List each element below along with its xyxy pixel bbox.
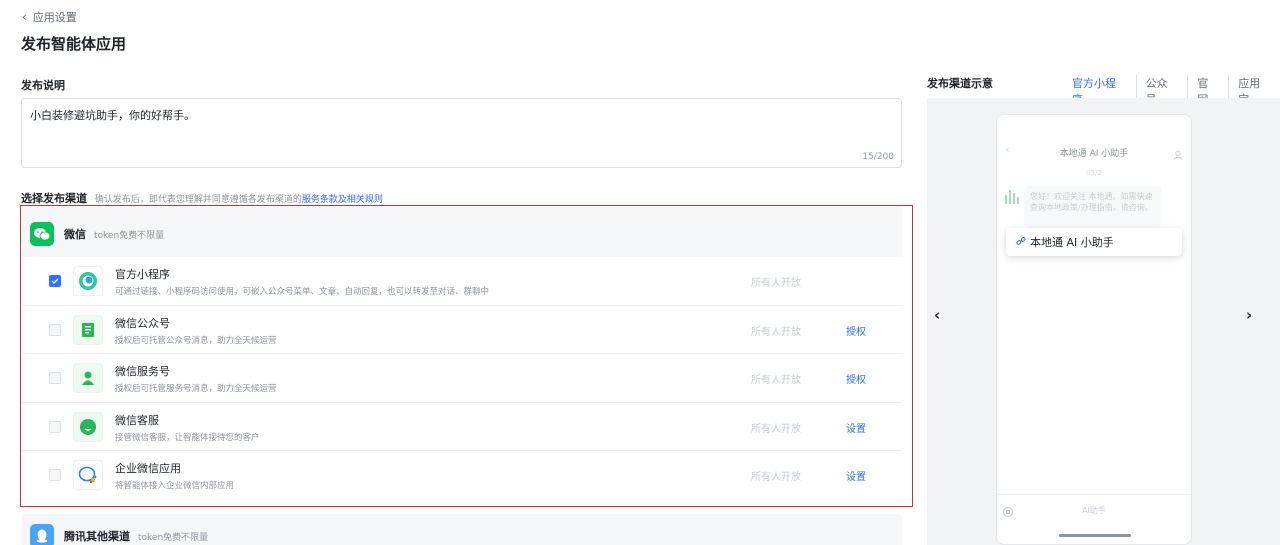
channel-row-mini-program: 官方小程序 可通过链接、小程序码访问使用，可嵌入公众号菜单、文章、自动回复，也可… (22, 257, 902, 306)
channel-row-wecom: 企业微信应用 将智能体接入企业微信内部应用 所有人开放 设置 (22, 451, 902, 500)
channel-name: 微信公众号 (115, 316, 170, 330)
settings-button[interactable]: 设置 (846, 420, 866, 435)
authorize-button[interactable]: 授权 (846, 323, 866, 338)
tencent-group-sub: token免费不限量 (138, 532, 209, 543)
channel-desc: 接管微信客服，让智能体接待您的客户 (115, 432, 260, 443)
qq-icon (30, 524, 54, 545)
description-char-count: 15/200 (862, 152, 894, 162)
description-label: 发布说明 (21, 79, 65, 92)
link-icon (1016, 236, 1026, 249)
user-icon (1173, 145, 1183, 164)
back-link[interactable]: ‹ 应用设置 (22, 9, 77, 25)
chat-bubble: 您好！欢迎关注 本地通。如需快速查询本地政策/办理指南，请咨询。 (1024, 186, 1161, 228)
description-value: 小白装修避坑助手，你的好帮手。 (30, 109, 195, 122)
channel-desc: 将智能体接入企业微信内部应用 (115, 481, 235, 491)
wechat-icon (30, 222, 54, 246)
wechat-group-sub: token免费不限量 (94, 230, 165, 241)
channel-name: 微信服务号 (115, 365, 170, 378)
channel-name: 官方小程序 (115, 268, 170, 281)
channel-desc: 可通过链接、小程序码访问使用，可嵌入公众号菜单、文章、自动回复，也可以转发至对话… (115, 287, 490, 297)
home-indicator (1059, 534, 1131, 537)
channel-desc: 授权后可托管公众号消息，助力全天候运营 (115, 335, 277, 346)
next-arrow-icon[interactable]: › (1246, 306, 1252, 324)
popup-text: 本地通 AI 小助手 (1030, 236, 1114, 249)
description-textarea[interactable]: 小白装修避坑助手，你的好帮手。 15/200 (21, 98, 902, 168)
checkbox-wecom[interactable] (49, 469, 61, 481)
prev-arrow-icon[interactable]: ‹ (934, 306, 940, 324)
wechat-channel-list: 官方小程序 可通过链接、小程序码访问使用，可嵌入公众号菜单、文章、自动回复，也可… (22, 257, 902, 500)
channel-row-customer-service: 微信客服 接管微信客服，让智能体接待您的客户 所有人开放 设置 (22, 403, 902, 451)
wechat-channel-group: 微信 token免费不限量 官方小程序 可通过链接、小程序码访问使用，可嵌入公众… (22, 207, 902, 500)
channel-note-text: 确认发布后，即代表您理解并同意遵循各发布渠道的 (94, 195, 302, 205)
wecom-icon (73, 460, 103, 490)
phone-title: 本地通 AI 小助手 (1059, 149, 1129, 159)
channel-access: 所有人开放 (751, 375, 801, 386)
authorize-button[interactable]: 授权 (846, 371, 866, 386)
channel-label-text: 选择发布渠道 (21, 192, 87, 205)
channel-access: 所有人开放 (751, 423, 801, 435)
preview-label: 发布渠道示意 (927, 77, 993, 90)
official-account-icon (73, 314, 103, 345)
tencent-channel-group: 腾讯其他渠道 token免费不限量 (22, 514, 902, 545)
checkbox-service-account[interactable] (49, 372, 61, 384)
channel-row-official-account: 微信公众号 授权后可托管公众号消息，助力全天候运营 所有人开放 授权 (22, 306, 902, 354)
ai-assistant-label: AI助手 (1082, 506, 1106, 515)
channel-section-label: 选择发布渠道 确认发布后，即代表您理解并同意遵循各发布渠道的服务条款及相关规则 (21, 190, 383, 206)
channel-row-service-account: 微信服务号 授权后可托管服务号消息，助力全天候运营 所有人开放 授权 (22, 354, 902, 403)
assistant-popup: 本地通 AI 小助手 (1006, 228, 1182, 256)
channel-access: 所有人开放 (751, 472, 801, 483)
checkbox-mini-program[interactable] (49, 275, 61, 287)
customer-service-icon (73, 411, 103, 442)
back-label: 应用设置 (32, 11, 77, 24)
terms-link[interactable]: 服务条款及相关规则 (302, 195, 383, 205)
channel-desc: 授权后可托管服务号消息，助力全天候运营 (115, 384, 277, 394)
phone-subtitle: 05/2 (1086, 169, 1102, 177)
checkbox-customer-service[interactable] (49, 420, 61, 433)
channel-name: 微信客服 (115, 413, 159, 427)
phone-header: ‹ 本地通 AI 小助手 (997, 139, 1191, 163)
bot-avatar-icon (1003, 187, 1021, 209)
checkbox-official-account[interactable] (49, 323, 61, 336)
tencent-group-name: 腾讯其他渠道 (64, 530, 130, 543)
mini-program-icon (73, 266, 103, 296)
service-account-icon (73, 363, 103, 393)
chevron-left-icon: ‹ (22, 10, 27, 24)
phone-footer: AI助手 (997, 494, 1191, 544)
settings-button[interactable]: 设置 (846, 468, 866, 483)
channel-note: 确认发布后，即代表您理解并同意遵循各发布渠道的服务条款及相关规则 (95, 195, 383, 205)
phone-mockup: ‹ 本地通 AI 小助手 05/2 您好！欢迎关注 本地通。如需快速查询本地政策… (996, 114, 1192, 545)
tencent-group-header: 腾讯其他渠道 token免费不限量 (30, 524, 208, 545)
channel-name: 企业微信应用 (115, 462, 181, 475)
channel-access: 所有人开放 (751, 278, 801, 289)
channel-access: 所有人开放 (751, 326, 801, 338)
wechat-group-name: 微信 (64, 228, 86, 241)
wechat-group-header: 微信 token免费不限量 (30, 222, 164, 246)
page-title: 发布智能体应用 (21, 35, 127, 53)
